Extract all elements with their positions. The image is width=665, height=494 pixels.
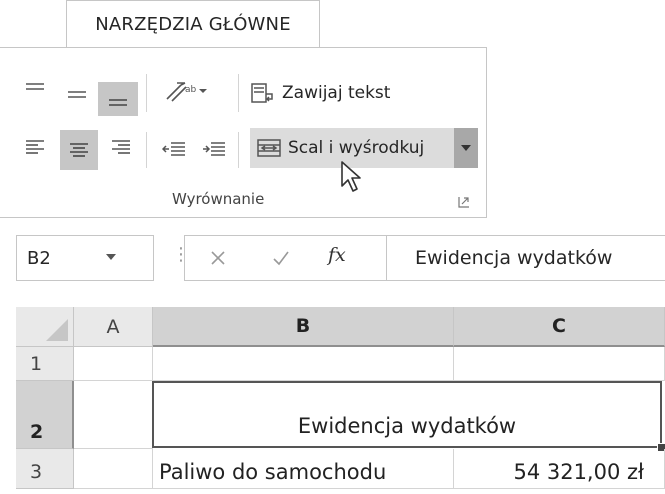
cell-a1[interactable]: [74, 347, 153, 381]
column-header-a[interactable]: A: [74, 307, 153, 347]
cell-a2[interactable]: [74, 381, 153, 449]
cell-c1[interactable]: [454, 347, 665, 381]
merge-center-dropdown[interactable]: [454, 128, 478, 168]
tab-home[interactable]: NARZĘDZIA GŁÓWNE: [66, 0, 320, 48]
column-header-b[interactable]: B: [153, 307, 454, 347]
mouse-cursor-icon: [341, 161, 361, 192]
cancel-icon[interactable]: [210, 250, 226, 266]
formula-input[interactable]: Ewidencja wydatków: [386, 235, 665, 281]
chevron-down-icon: [461, 145, 471, 151]
ribbon-separator: [238, 132, 239, 168]
align-left-icon: [26, 140, 44, 154]
select-all-corner[interactable]: [16, 307, 74, 347]
cell-c3[interactable]: 54 321,00 zł: [454, 449, 665, 489]
increase-indent-icon: [203, 142, 225, 156]
align-middle-icon: [68, 91, 86, 98]
align-bottom-icon: [109, 99, 127, 106]
align-center-button[interactable]: [60, 130, 98, 170]
svg-text:ab: ab: [185, 85, 197, 95]
orientation-icon: ab: [166, 82, 207, 102]
group-label-alignment: Wyrównanie: [172, 190, 265, 208]
name-box-dropdown-icon[interactable]: [106, 254, 116, 260]
merge-center-icon: [257, 139, 281, 157]
align-right-button[interactable]: [104, 130, 138, 164]
merged-cell-b2-c2[interactable]: Ewidencja wydatków: [152, 381, 662, 448]
cell-b3[interactable]: Paliwo do samochodu: [153, 449, 454, 489]
align-bottom-button[interactable]: [98, 82, 138, 116]
decrease-indent-button[interactable]: [156, 132, 192, 166]
enter-check-icon[interactable]: [272, 250, 290, 266]
column-header-c[interactable]: C: [454, 307, 665, 347]
align-right-icon: [112, 140, 130, 154]
wrap-text-button[interactable]: Zawijaj tekst: [250, 76, 410, 110]
insert-function-icon[interactable]: fx: [328, 244, 346, 266]
increase-indent-button[interactable]: [196, 132, 232, 166]
orientation-button[interactable]: ab: [156, 74, 216, 108]
align-middle-button[interactable]: [60, 78, 94, 112]
name-box[interactable]: B2: [16, 235, 154, 281]
align-top-button[interactable]: [18, 72, 52, 106]
wrap-text-label: Zawijaj tekst: [282, 83, 391, 103]
row-header-1[interactable]: 1: [16, 347, 74, 381]
align-center-icon: [70, 143, 88, 157]
cell-b1[interactable]: [153, 347, 454, 381]
decrease-indent-icon: [162, 142, 185, 156]
align-top-icon: [26, 83, 44, 90]
ribbon-separator: [238, 74, 239, 112]
wrap-text-icon: [251, 83, 273, 103]
row-header-2[interactable]: 2: [16, 381, 74, 449]
align-left-button[interactable]: [18, 130, 52, 164]
merge-center-label: Scal i wyśrodkuj: [288, 138, 425, 158]
cell-a3[interactable]: [74, 449, 153, 489]
dialog-launcher-icon[interactable]: [458, 196, 470, 208]
ribbon-separator: [146, 132, 147, 168]
row-header-3[interactable]: 3: [16, 449, 74, 489]
ribbon-separator: [146, 74, 147, 112]
select-all-triangle-icon: [46, 319, 68, 341]
